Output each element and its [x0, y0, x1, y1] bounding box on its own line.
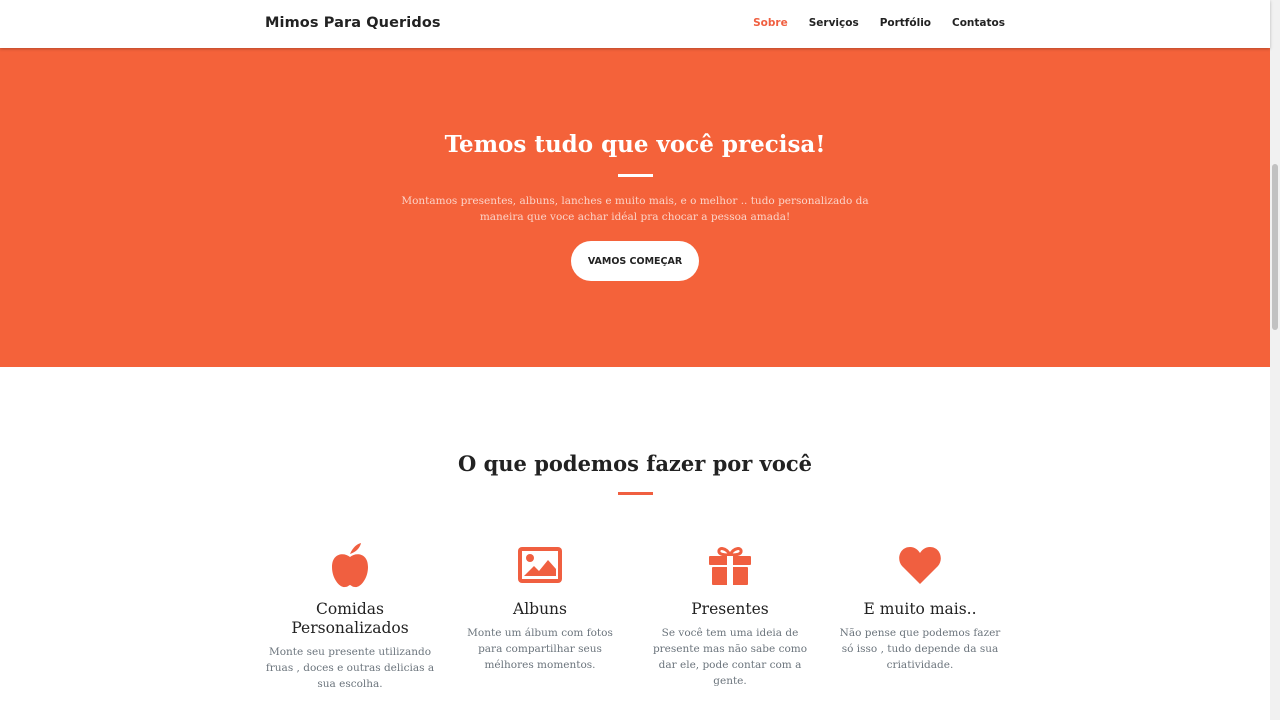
gift-icon — [645, 540, 815, 590]
scrollbar-thumb[interactable] — [1272, 164, 1278, 330]
brand-logo[interactable]: Mimos Para Queridos — [265, 15, 441, 31]
nav-link-servicos[interactable]: Serviços — [809, 17, 859, 29]
service-title: E muito mais.. — [863, 600, 977, 618]
service-comidas: Comidas Personalizados Monte seu present… — [265, 540, 435, 692]
start-button[interactable]: VAMOS COMEÇAR — [571, 241, 699, 281]
hero-text: Montamos presentes, albuns, lanches e mu… — [401, 195, 869, 223]
services-title: O que podemos fazer por você — [457, 451, 813, 476]
image-icon — [455, 540, 625, 590]
service-presentes: Presentes Se você tem uma ideia de prese… — [645, 540, 815, 689]
service-albuns: Albuns Monte um álbum com fotos para com… — [455, 540, 625, 673]
service-text: Monte seu presente utilizando fruas , do… — [265, 646, 435, 690]
service-title: Comidas Personalizados — [291, 600, 409, 637]
hero-section: Temos tudo que você precisa! Montamos pr… — [0, 0, 1270, 367]
service-mais: E muito mais.. Não pense que podemos faz… — [835, 540, 1005, 673]
navbar: Mimos Para Queridos Sobre Serviços Portf… — [0, 0, 1270, 48]
services-divider — [618, 492, 653, 495]
nav-link-sobre[interactable]: Sobre — [753, 17, 788, 29]
scrollbar[interactable] — [1270, 0, 1280, 720]
hero-title: Temos tudo que você precisa! — [444, 131, 826, 158]
service-title: Albuns — [513, 600, 567, 618]
hero-divider — [618, 174, 653, 177]
nav-link-contatos[interactable]: Contatos — [952, 17, 1005, 29]
nav-links: Sobre Serviços Portfólio Contatos — [753, 17, 1005, 29]
service-text: Monte um álbum com fotos para compartilh… — [467, 627, 613, 671]
service-text: Não pense que podemos fazer só isso , tu… — [839, 627, 1001, 671]
nav-link-portfolio[interactable]: Portfólio — [880, 17, 931, 29]
heart-icon — [835, 540, 1005, 590]
service-title: Presentes — [691, 600, 769, 618]
apple-icon — [265, 540, 435, 590]
service-text: Se você tem uma ideia de presente mas nã… — [652, 627, 808, 687]
